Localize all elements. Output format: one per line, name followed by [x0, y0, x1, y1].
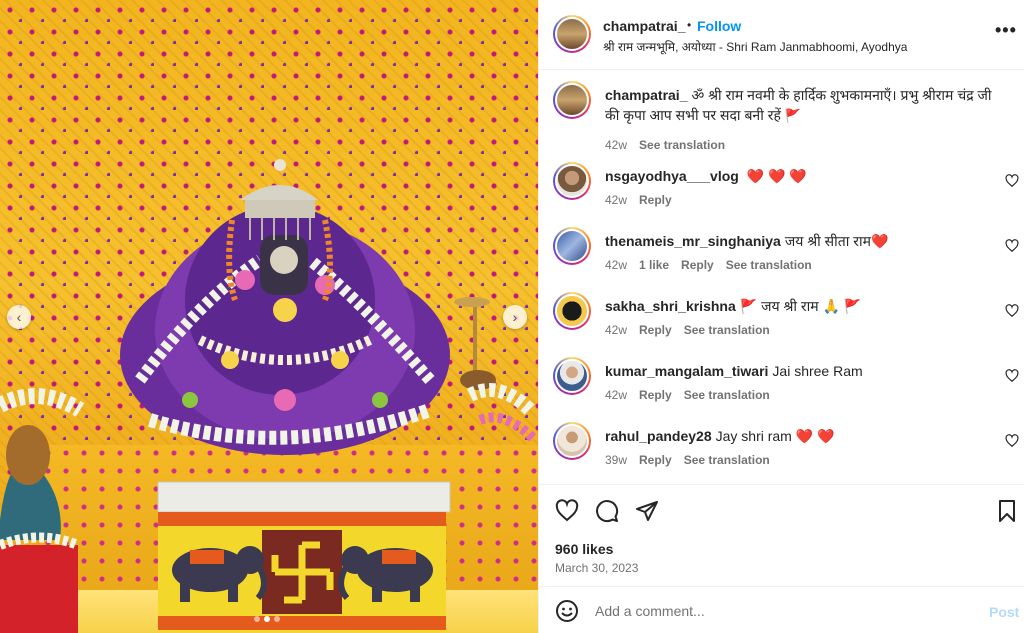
commenter-avatar[interactable]: [553, 357, 591, 395]
comment-username[interactable]: kumar_mangalam_tiwari: [605, 363, 768, 379]
see-translation-button[interactable]: See translation: [684, 453, 770, 467]
comment-body: 🚩 जय श्री राम 🙏 🚩: [739, 298, 862, 314]
comment-heart-icon[interactable]: [1005, 304, 1019, 318]
avatar-image: [555, 83, 589, 117]
commenter-avatar[interactable]: [553, 292, 591, 330]
deity-shrine-illustration: [0, 159, 538, 633]
post-image[interactable]: ‹ ›: [0, 0, 538, 633]
comment-heart-icon[interactable]: [1005, 174, 1019, 188]
comment-text: kumar_mangalam_tiwari Jai shree Ram: [605, 361, 995, 381]
post-comment-button[interactable]: Post: [989, 604, 1019, 620]
reply-button[interactable]: Reply: [639, 193, 672, 207]
carousel-prev-button[interactable]: ‹: [7, 305, 31, 329]
comment-item: rahul_pandey28 Jay shri ram ❤️ ❤️ 39w Repl…: [539, 422, 1024, 477]
reply-button[interactable]: Reply: [681, 258, 714, 272]
avatar-image: [555, 359, 589, 393]
comment-username[interactable]: nsgayodhya___vlog: [605, 168, 739, 184]
commenter-avatar[interactable]: [553, 422, 591, 460]
post-details-panel: champatrai_ • Follow श्री राम जन्मभूमि, …: [538, 0, 1024, 633]
heart-icon[interactable]: [555, 499, 579, 523]
comment-icon[interactable]: [595, 499, 619, 523]
comment-item: kumar_mangalam_tiwari Jai shree Ram 42w Re…: [539, 357, 1024, 412]
author-avatar[interactable]: [553, 81, 591, 119]
likes-count[interactable]: 960 likes: [555, 541, 613, 557]
heart-emoji: ❤️: [871, 233, 889, 249]
caption-meta: 42w See translation: [605, 138, 737, 152]
comment-time[interactable]: 39w: [605, 453, 627, 467]
comment-time[interactable]: 42w: [605, 258, 627, 272]
comment-heart-icon[interactable]: [1005, 239, 1019, 253]
caption-text: champatrai_ ॐ श्री राम नवमी के हार्दिक शु…: [605, 85, 995, 126]
more-options-icon[interactable]: •••: [995, 20, 1017, 41]
post-header: champatrai_ • Follow श्री राम जन्मभूमि, …: [539, 0, 1024, 70]
comment-time[interactable]: 42w: [605, 193, 627, 207]
comment-meta: 42w Reply: [605, 193, 684, 207]
comment-text: thenameis_mr_singhaniya जय श्री सीता राम❤…: [605, 231, 995, 251]
commenter-avatar[interactable]: [553, 227, 591, 265]
author-username[interactable]: champatrai_: [603, 18, 685, 34]
comment-body: Jay shri ram: [715, 428, 792, 444]
see-translation-button[interactable]: See translation: [726, 258, 812, 272]
caption-username[interactable]: champatrai_: [605, 87, 687, 103]
likes-count[interactable]: 1 like: [639, 258, 669, 272]
comment-text: nsgayodhya___vlog ❤️ ❤️ ❤️: [605, 166, 995, 186]
comment-input[interactable]: [595, 599, 975, 623]
reply-button[interactable]: Reply: [639, 453, 672, 467]
carousel-dots: [254, 616, 280, 622]
comment-text: rahul_pandey28 Jay shri ram ❤️ ❤️: [605, 426, 995, 446]
avatar-image: [555, 229, 589, 263]
comment-item: thenameis_mr_singhaniya जय श्री सीता राम❤…: [539, 227, 1024, 282]
comment-meta: 42w 1 like Reply See translation: [605, 258, 824, 272]
comment-heart-icon[interactable]: [1005, 369, 1019, 383]
flag-emoji: 🚩: [784, 108, 801, 123]
comment-meta: 42w Reply See translation: [605, 388, 782, 402]
reply-button[interactable]: Reply: [639, 388, 672, 402]
comment-username[interactable]: rahul_pandey28: [605, 428, 712, 444]
author-avatar[interactable]: [553, 15, 591, 53]
comment-heart-icon[interactable]: [1005, 434, 1019, 448]
heart-emoji: ❤️ ❤️: [795, 428, 835, 444]
carousel-dot: [274, 616, 280, 622]
see-translation-button[interactable]: See translation: [639, 138, 725, 152]
caption: champatrai_ ॐ श्री राम नवमी के हार्दिक शु…: [539, 81, 1024, 152]
comment-meta: 39w Reply See translation: [605, 453, 782, 467]
avatar-image: [555, 17, 589, 51]
avatar-image: [555, 294, 589, 328]
bookmark-icon[interactable]: [995, 499, 1019, 523]
comment-username[interactable]: thenameis_mr_singhaniya: [605, 233, 781, 249]
see-translation-button[interactable]: See translation: [684, 323, 770, 337]
send-icon[interactable]: [635, 499, 659, 523]
add-comment-bar: Post: [539, 586, 1024, 633]
comment-item: nsgayodhya___vlog ❤️ ❤️ ❤️ 42w Reply: [539, 162, 1024, 217]
caption-time[interactable]: 42w: [605, 138, 627, 152]
comment-body: Jai shree Ram: [772, 363, 863, 379]
reply-button[interactable]: Reply: [639, 323, 672, 337]
comment-time[interactable]: 42w: [605, 388, 627, 402]
see-translation-button[interactable]: See translation: [684, 388, 770, 402]
heart-emoji: ❤️ ❤️ ❤️: [746, 168, 807, 184]
emoji-icon[interactable]: [555, 599, 579, 623]
comment-meta: 42w Reply See translation: [605, 323, 782, 337]
carousel-dot: [254, 616, 260, 622]
comment-item: sakha_shri_krishna 🚩 जय श्री राम 🙏 🚩 42w R…: [539, 292, 1024, 347]
comment-time[interactable]: 42w: [605, 323, 627, 337]
post-actions: 960 likes March 30, 2023: [539, 484, 1024, 584]
separator-dot: •: [687, 18, 692, 32]
commenter-avatar[interactable]: [553, 162, 591, 200]
avatar-image: [555, 424, 589, 458]
comment-body: जय श्री सीता राम: [784, 233, 871, 249]
carousel-dot-active: [264, 616, 270, 622]
comment-username[interactable]: sakha_shri_krishna: [605, 298, 736, 314]
location-link[interactable]: श्री राम जन्मभूमि, अयोध्या - Shri Ram Ja…: [603, 38, 907, 55]
comment-text: sakha_shri_krishna 🚩 जय श्री राम 🙏 🚩: [605, 296, 995, 316]
follow-button[interactable]: Follow: [697, 18, 741, 34]
comments-list[interactable]: champatrai_ ॐ श्री राम नवमी के हार्दिक शु…: [539, 71, 1024, 484]
carousel-next-button[interactable]: ›: [503, 305, 527, 329]
post-date[interactable]: March 30, 2023: [555, 561, 638, 575]
avatar-image: [555, 164, 589, 198]
